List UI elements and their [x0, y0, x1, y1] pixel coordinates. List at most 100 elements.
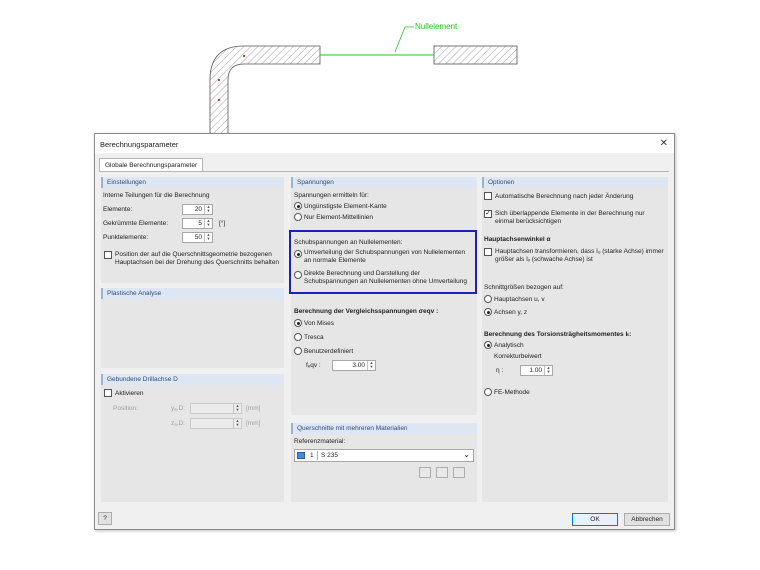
worst-edge-radio[interactable]	[294, 202, 302, 210]
tresca-radio[interactable]	[294, 333, 302, 341]
y-position-input[interactable]: ▲ ▼	[190, 403, 242, 414]
tab-divider	[99, 171, 669, 172]
centerline-label: Nur Element-Mittellinien	[304, 214, 373, 221]
chevron-down-icon[interactable]: ⌄	[463, 450, 470, 459]
node-dot	[218, 99, 220, 101]
stresses-body: Spannungen ermitteln für: Ungünstigste E…	[291, 188, 477, 415]
spin-arrows-icon[interactable]: ▲ ▼	[204, 219, 212, 228]
highlight-frame	[289, 230, 477, 294]
analytic-radio[interactable]	[484, 341, 492, 349]
help-icon[interactable]: ?	[98, 512, 112, 525]
eta-value: 1.00	[529, 367, 542, 374]
fe-method-label: FE-Methode	[494, 389, 530, 396]
ok-button[interactable]: OK	[572, 513, 618, 526]
position-label: Position:	[113, 405, 138, 412]
library-icon[interactable]	[419, 467, 431, 478]
plastic-analysis-body	[101, 299, 284, 368]
feqv-input[interactable]: 3.00 ▲ ▼	[332, 360, 376, 371]
reference-material-label: Referenzmaterial:	[294, 438, 346, 445]
elements-value: 20	[194, 206, 202, 213]
annotation-label: Nullelement	[415, 22, 458, 31]
point-elements-label: Punktelemente:	[103, 234, 149, 241]
curved-elements-stepper[interactable]: 5 ▲ ▼	[182, 218, 213, 229]
multi-material-panel: Querschnitte mit mehreren Materialien Re…	[291, 423, 477, 502]
material-color-swatch	[297, 452, 305, 459]
reference-material-select[interactable]: 1 S 235 ⌄	[294, 449, 474, 462]
spin-arrows-icon[interactable]: ▲ ▼	[204, 205, 212, 214]
torsion-calc-label: Berechnung des Torsionsträgheitsmomentes…	[484, 331, 632, 338]
dialog-title: Berechnungsparameter	[100, 140, 179, 149]
activate-checkbox[interactable]	[104, 389, 112, 397]
spin-arrows-icon[interactable]: ▲ ▼	[233, 419, 241, 428]
overlap-label: Sich überlappende Elemente in der Berech…	[495, 210, 645, 225]
options-body: Automatische Berechnung nach jeder Änder…	[482, 188, 668, 502]
torsion-axis-panel: Gebundene Drillachse D Aktivieren Positi…	[101, 374, 284, 502]
stresses-panel: Spannungen Spannungen ermitteln für: Ung…	[291, 177, 477, 415]
elements-stepper[interactable]: 20 ▲ ▼	[182, 204, 213, 215]
divisions-label: Interne Teilungen für die Berechnung	[103, 192, 210, 199]
multi-material-body: Referenzmaterial: 1 S 235 ⌄	[291, 434, 477, 502]
plastic-analysis-panel: Plastische Analyse	[101, 288, 284, 368]
close-icon[interactable]: ✕	[660, 138, 668, 149]
settings-body: Interne Teilungen für die Berechnung Ele…	[101, 188, 284, 283]
z-position-label: zₐ,D:	[171, 420, 185, 427]
axes-yz-radio[interactable]	[484, 308, 492, 316]
axes-yz-label: Achsen y, z	[494, 309, 528, 316]
von-mises-label: Von Mises	[304, 320, 334, 327]
right-profile-shape	[433, 45, 518, 65]
options-panel: Optionen Automatische Berechnung nach je…	[482, 177, 668, 502]
user-defined-label: Benutzerdefiniert	[304, 348, 354, 355]
transform-axes-checkbox[interactable]	[484, 248, 492, 256]
y-position-label: yₐ,D:	[171, 405, 185, 412]
centerline-radio[interactable]	[294, 213, 302, 221]
eta-label: η :	[496, 367, 504, 374]
torsion-axis-header: Gebundene Drillachse D	[101, 374, 284, 385]
correction-factor-label: Korrekturbeiwert	[494, 353, 542, 360]
degree-unit: [°]	[219, 220, 226, 227]
multi-material-header: Querschnitte mit mehreren Materialien	[291, 423, 477, 434]
point-elements-value: 50	[194, 234, 202, 241]
overlap-checkbox[interactable]: ✓	[484, 210, 492, 218]
annotation-leader	[394, 26, 414, 53]
auto-calc-label: Automatische Berechnung nach jeder Änder…	[495, 193, 634, 200]
equivalent-stress-label: Berechnung der Vergleichsspannungen σeqv…	[294, 308, 439, 315]
principal-axes-label: Hauptachsen u, v	[494, 296, 545, 303]
tab-global-parameters[interactable]: Globale Berechnungsparameter	[99, 158, 204, 172]
dialog-titlebar: Berechnungsparameter ✕	[95, 134, 674, 153]
z-position-input[interactable]: ▲ ▼	[190, 418, 242, 429]
y-unit: [mm]	[246, 405, 261, 412]
elements-label: Elemente:	[103, 206, 133, 213]
material-name: S 235	[321, 452, 338, 459]
keep-axes-label: Position der auf die Querschnittsgeometr…	[115, 251, 280, 266]
spin-arrows-icon[interactable]: ▲ ▼	[367, 361, 375, 370]
cancel-button[interactable]: Abbrechen	[624, 513, 670, 526]
point-elements-stepper[interactable]: 50 ▲ ▼	[182, 232, 213, 243]
curved-elements-label: Gekrümmte Elemente:	[103, 220, 169, 227]
settings-header: Einstellungen	[101, 177, 284, 188]
plastic-analysis-header: Plastische Analyse	[101, 288, 284, 299]
principal-axes-radio[interactable]	[484, 295, 492, 303]
principal-angle-label: Hauptachsenwinkel α	[484, 236, 551, 243]
spin-arrows-icon[interactable]: ▲ ▼	[204, 233, 212, 242]
options-header: Optionen	[482, 177, 668, 188]
keep-axes-checkbox[interactable]	[104, 251, 112, 259]
material-number: 1	[310, 452, 314, 459]
user-defined-radio[interactable]	[294, 347, 302, 355]
feqv-label: fₑqv :	[306, 362, 321, 369]
torsion-axis-body: Aktivieren Position: yₐ,D: ▲ ▼ [mm] zₐ,D:…	[101, 385, 284, 502]
eta-input[interactable]: 1.00 ▲ ▼	[520, 365, 553, 376]
spin-arrows-icon[interactable]: ▲ ▼	[233, 404, 241, 413]
edit-material-icon[interactable]	[453, 467, 465, 478]
auto-calc-checkbox[interactable]	[484, 192, 492, 200]
fe-method-radio[interactable]	[484, 388, 492, 396]
new-material-icon[interactable]	[436, 467, 448, 478]
combo-separator	[317, 451, 318, 460]
von-mises-radio[interactable]	[294, 319, 302, 327]
spin-arrows-icon[interactable]: ▲ ▼	[544, 366, 552, 375]
analytic-label: Analytisch	[494, 342, 524, 349]
node-dot	[243, 55, 245, 57]
tresca-label: Tresca	[304, 334, 324, 341]
worst-edge-label: Ungünstigste Element-Kante	[304, 203, 387, 210]
cross-section-diagram: Nullelement	[209, 22, 518, 140]
z-unit: [mm]	[246, 420, 261, 427]
